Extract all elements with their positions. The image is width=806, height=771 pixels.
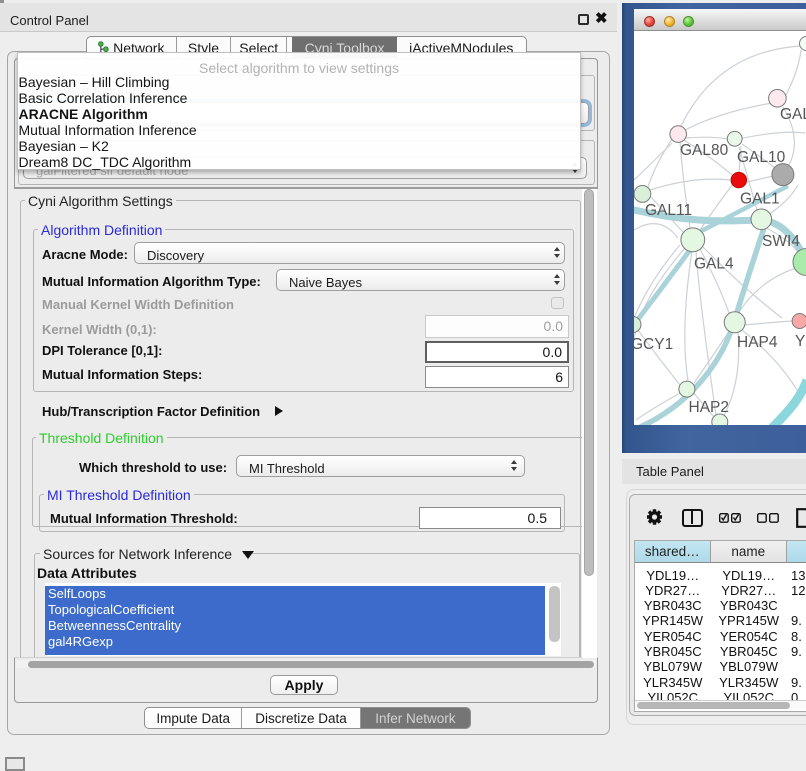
svg-text:HAP2: HAP2 <box>689 399 730 416</box>
svg-text:GCY1: GCY1 <box>634 336 673 353</box>
svg-text:GAL4: GAL4 <box>694 256 734 273</box>
svg-text:GAL11: GAL11 <box>645 202 692 219</box>
svg-text:GAL1: GAL1 <box>740 191 780 208</box>
svg-text:GAL80: GAL80 <box>680 142 729 159</box>
svg-text:SWI4: SWI4 <box>762 233 800 250</box>
svg-text:Y: Y <box>795 333 805 350</box>
svg-text:GAL10: GAL10 <box>737 149 786 166</box>
svg-text:GAL3: GAL3 <box>780 106 806 123</box>
svg-text:HAP4: HAP4 <box>737 334 778 351</box>
